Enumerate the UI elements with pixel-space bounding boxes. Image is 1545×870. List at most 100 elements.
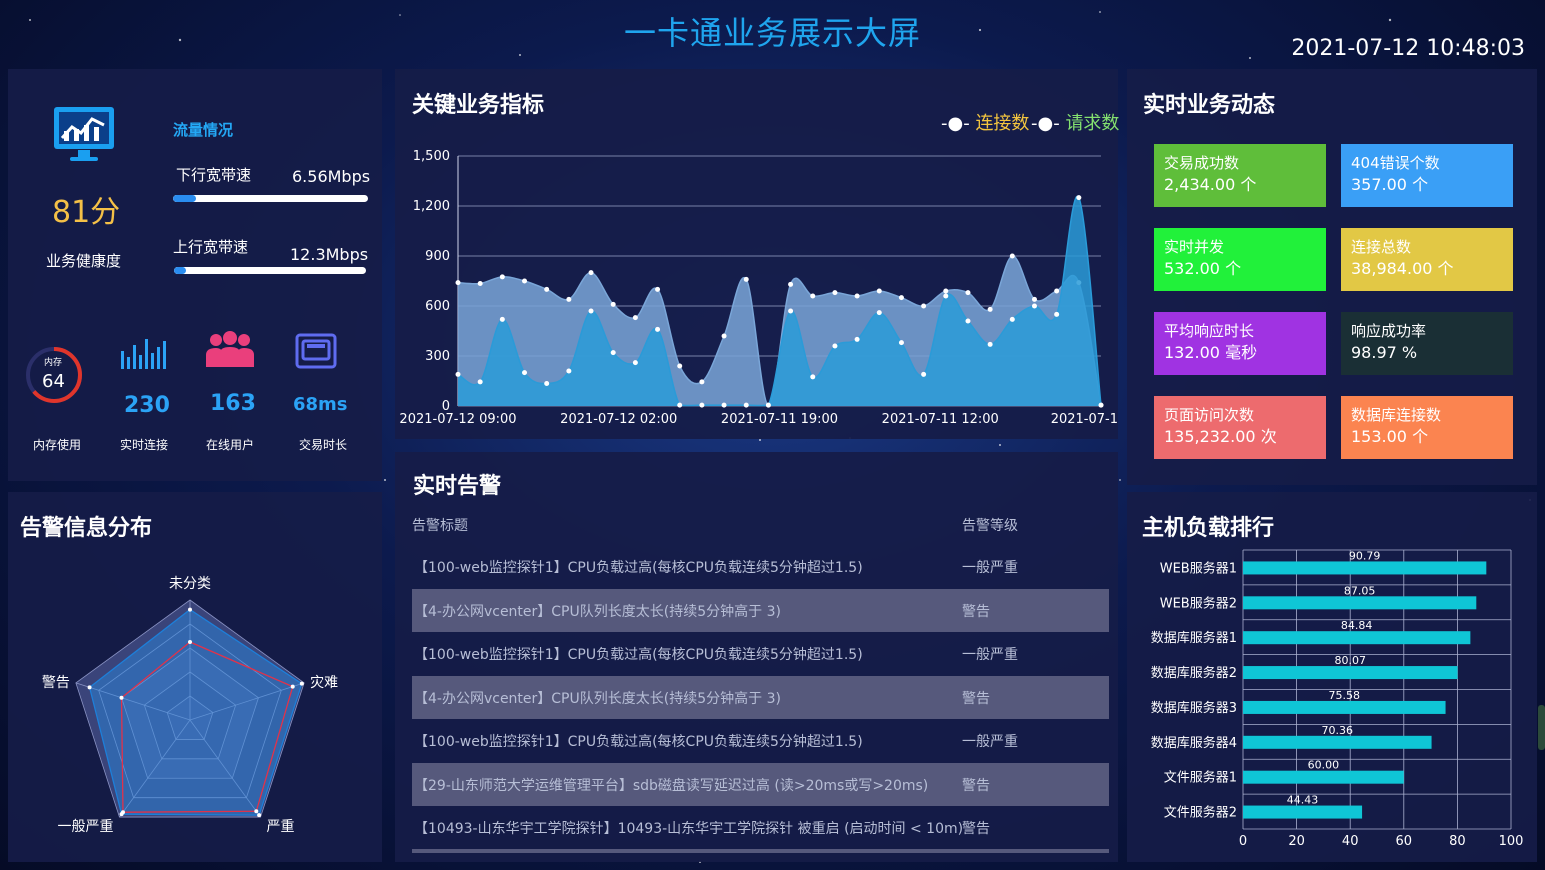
kpi-data-point[interactable] — [522, 278, 528, 284]
alert-title: 【100-web监控探针1】CPU负载过高(每核CPU负载连续5分钟超过1.5) — [414, 647, 863, 663]
radar-point[interactable] — [120, 810, 125, 815]
kpi-data-point[interactable] — [854, 293, 860, 299]
realtime-tile[interactable]: 平均响应时长 132.00 毫秒 — [1154, 312, 1326, 375]
realtime-tile[interactable]: 连接总数 38,984.00 个 — [1341, 228, 1513, 291]
realtime-tile[interactable]: 404错误个数 357.00 个 — [1341, 144, 1513, 207]
kpi-data-point[interactable] — [743, 276, 749, 282]
kpi-data-point[interactable] — [677, 363, 683, 369]
realtime-tile[interactable]: 交易成功数 2,434.00 个 — [1154, 144, 1326, 207]
kpi-data-point[interactable] — [477, 281, 483, 286]
kpi-data-point[interactable] — [765, 402, 771, 408]
kpi-data-point[interactable] — [1009, 316, 1015, 322]
kpi-data-point[interactable] — [743, 402, 749, 408]
kpi-data-point[interactable] — [566, 368, 572, 374]
kpi-data-point[interactable] — [655, 326, 661, 332]
alert-row[interactable]: 【100-web监控探针1】CPU负载过高(每核CPU负载连续5分钟超过1.5)… — [412, 719, 1109, 762]
kpi-data-point[interactable] — [499, 274, 505, 280]
realtime-tile-label: 连接总数 — [1351, 238, 1412, 256]
radar-point[interactable] — [188, 640, 192, 644]
kpi-data-point[interactable] — [898, 340, 904, 346]
scrollbar-handle[interactable] — [1538, 705, 1545, 750]
kpi-data-point[interactable] — [1076, 195, 1082, 201]
host-load-bar[interactable] — [1243, 596, 1477, 610]
alert-level: 警告 — [962, 821, 990, 837]
host-load-bar[interactable] — [1243, 700, 1446, 714]
kpi-data-point[interactable] — [965, 290, 971, 296]
radar-point[interactable] — [299, 681, 304, 686]
kpi-data-point[interactable] — [632, 360, 638, 366]
host-load-bar[interactable] — [1243, 631, 1471, 645]
radar-point[interactable] — [257, 813, 262, 818]
kpi-data-point[interactable] — [721, 402, 727, 408]
alert-row[interactable]: 【100-web监控探针1】CPU负载过高(每核CPU负载连续5分钟超过1.5)… — [412, 632, 1109, 675]
alert-row[interactable]: 【4-办公网vcenter】CPU队列长度太长(持续5分钟高于 3) 警告 — [412, 675, 1109, 719]
radar-point[interactable] — [119, 695, 124, 700]
kpi-data-point[interactable] — [721, 333, 727, 339]
kpi-data-point[interactable] — [699, 402, 705, 408]
realtime-tile[interactable]: 响应成功率 98.97 % — [1341, 312, 1513, 375]
kpi-data-point[interactable] — [544, 286, 550, 292]
down-bandwidth-label: 下行宽带速 — [176, 166, 252, 184]
kpi-data-point[interactable] — [854, 336, 860, 342]
kpi-data-point[interactable] — [1009, 253, 1015, 259]
alert-row[interactable]: 【29-山东师范大学运维管理平台】sdb磁盘读写延迟过高 (读>20ms或写>2… — [412, 762, 1109, 806]
kpi-data-point[interactable] — [1054, 288, 1060, 294]
kpi-data-point[interactable] — [610, 350, 616, 356]
realtime-tile[interactable]: 实时并发 532.00 个 — [1154, 228, 1326, 291]
host-load-bar[interactable] — [1243, 666, 1458, 680]
kpi-data-point[interactable] — [588, 308, 594, 314]
alert-row[interactable]: 【10493-山东华宇工学院探针】10493-山东华宇工学院探针 被重启 (启动… — [412, 806, 1109, 849]
kpi-data-point[interactable] — [810, 374, 816, 380]
kpi-data-point[interactable] — [1031, 303, 1037, 309]
kpi-data-point[interactable] — [788, 281, 794, 287]
kpi-data-point[interactable] — [832, 343, 838, 349]
kpi-data-point[interactable] — [455, 371, 461, 377]
kpi-data-point[interactable] — [610, 301, 616, 307]
kpi-data-point[interactable] — [655, 286, 661, 292]
kpi-data-point[interactable] — [1054, 311, 1060, 317]
kpi-data-point[interactable] — [832, 290, 838, 296]
host-load-bar[interactable] — [1243, 770, 1404, 784]
kpi-y-tick-label: 300 — [425, 349, 450, 364]
kpi-data-point[interactable] — [965, 318, 971, 324]
kpi-data-point[interactable] — [987, 306, 993, 312]
kpi-data-point[interactable] — [677, 402, 683, 408]
host-category-label: 数据库服务器1 — [1151, 630, 1237, 646]
kpi-data-point[interactable] — [588, 270, 594, 276]
kpi-data-point[interactable] — [943, 288, 949, 294]
kpi-data-point[interactable] — [499, 316, 505, 322]
host-load-bar[interactable] — [1243, 805, 1363, 819]
kpi-data-point[interactable] — [921, 371, 927, 377]
radar-point[interactable] — [87, 685, 92, 690]
kpi-data-point[interactable] — [1031, 296, 1037, 302]
host-load-bar[interactable] — [1243, 561, 1487, 575]
radar-point[interactable] — [188, 607, 192, 612]
kpi-data-point[interactable] — [876, 288, 882, 294]
realtime-panel-title: 实时业务动态 — [1143, 93, 1276, 118]
radar-point[interactable] — [254, 809, 259, 814]
kpi-data-point[interactable] — [522, 370, 528, 376]
radar-point[interactable] — [290, 684, 295, 689]
alert-row[interactable]: 【100-web监控探针1】CPU负载过高(每核CPU负载连续5分钟超过1.5)… — [412, 545, 1109, 588]
host-value-label: 80.07 — [1335, 654, 1367, 667]
kpi-data-point[interactable] — [921, 303, 927, 309]
kpi-data-point[interactable] — [898, 295, 904, 301]
kpi-data-point[interactable] — [632, 315, 638, 321]
kpi-data-point[interactable] — [876, 310, 882, 316]
kpi-data-point[interactable] — [455, 280, 461, 286]
kpi-data-point[interactable] — [1098, 402, 1104, 408]
realtime-tile[interactable]: 数据库连接数 153.00 个 — [1341, 396, 1513, 459]
kpi-data-point[interactable] — [788, 308, 794, 314]
kpi-data-point[interactable] — [699, 379, 705, 385]
realtime-tile-value: 357.00 个 — [1351, 175, 1429, 194]
kpi-data-point[interactable] — [477, 379, 483, 385]
kpi-data-point[interactable] — [987, 341, 993, 347]
alert-row[interactable]: 【4-办公网vcenter】CPU队列长度太长(持续5分钟高于 3) 警告 — [412, 588, 1109, 632]
realtime-tile-value: 153.00 个 — [1351, 427, 1429, 446]
kpi-data-point[interactable] — [943, 293, 949, 299]
kpi-data-point[interactable] — [566, 296, 572, 302]
kpi-data-point[interactable] — [810, 293, 816, 299]
realtime-tile[interactable]: 页面访问次数 135,232.00 次 — [1154, 396, 1326, 459]
host-load-bar[interactable] — [1243, 735, 1432, 749]
kpi-data-point[interactable] — [544, 381, 550, 386]
